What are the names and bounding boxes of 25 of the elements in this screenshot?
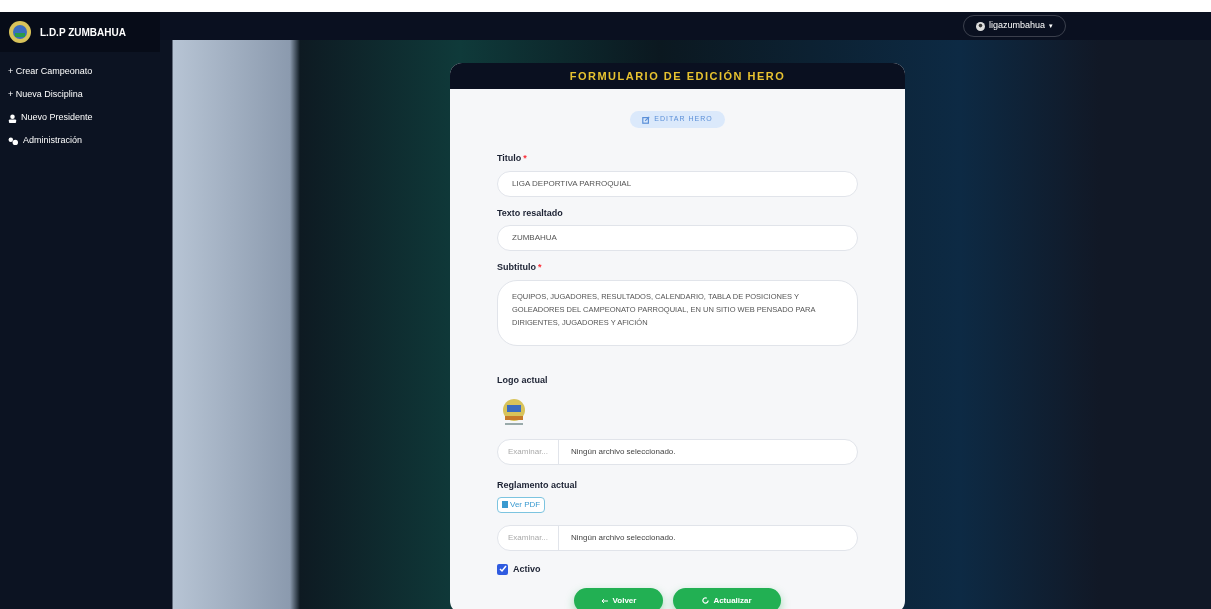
- users-icon: [8, 136, 19, 146]
- user-icon: [976, 21, 985, 31]
- text-input[interactable]: ZUMBAHUA: [497, 225, 858, 251]
- checkbox-label: Activo: [513, 562, 541, 576]
- sidebar-item[interactable]: + Crear Campeonato: [8, 66, 152, 78]
- checkbox[interactable]: [497, 563, 508, 575]
- field-label: Subtitulo *: [497, 261, 543, 274]
- logo-icon: [8, 20, 32, 44]
- refresh-icon: [702, 597, 710, 604]
- field-label: Logo actual: [497, 373, 549, 387]
- field-label: Texto resaltado: [497, 206, 564, 220]
- edit-icon: [642, 115, 651, 124]
- sidebar-item[interactable]: Administración: [8, 135, 152, 147]
- sidebar-item[interactable]: + Nueva Disciplina: [8, 89, 152, 101]
- field-label: Reglamento actual: [497, 479, 579, 492]
- brand-name: L.D.P ZUMBAHUA: [40, 25, 126, 40]
- document-icon: [502, 501, 508, 508]
- file-input[interactable]: Examinar... Ningún archivo seleccionado.: [497, 439, 858, 465]
- sidebar-item[interactable]: Nuevo Presidente: [8, 112, 152, 124]
- arrow-left-icon: [600, 597, 609, 604]
- field-label: Titulo *: [497, 152, 528, 165]
- file-input[interactable]: Examinar... Ningún archivo seleccionado.: [497, 524, 858, 551]
- form-title: FORMULARIO DE EDICIÓN HERO: [569, 68, 786, 84]
- user-icon: [8, 113, 17, 123]
- text-input[interactable]: LIGA DEPORTIVA PARROQUIAL: [497, 170, 858, 197]
